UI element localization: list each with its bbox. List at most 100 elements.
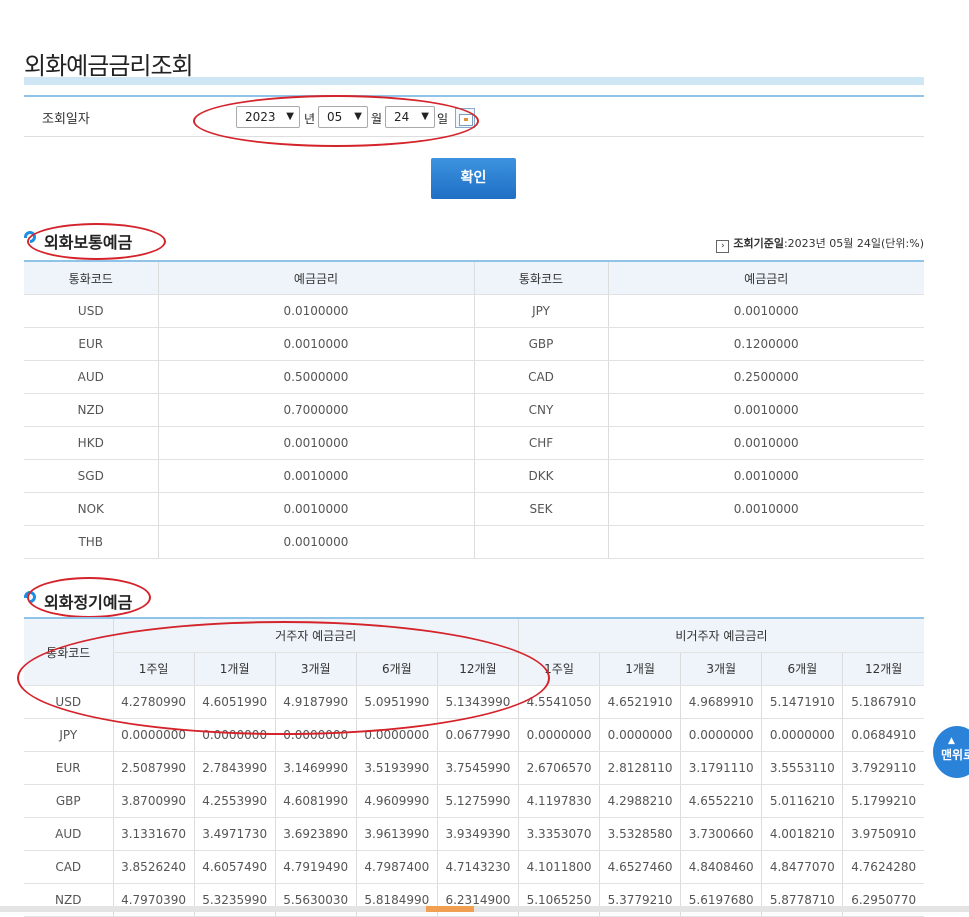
rate-cell: 4.9689910 — [680, 685, 762, 719]
section-bullet-icon — [24, 591, 36, 604]
rate-cell: 4.6081990 — [274, 784, 357, 818]
currency-code-cell: USD — [24, 685, 113, 719]
rate-cell: 3.1791110 — [680, 751, 762, 785]
rate-cell: 4.7987400 — [355, 850, 438, 884]
year-select[interactable]: 2023 ▼ — [236, 106, 300, 128]
header-resident: 거주자 예금금리 — [112, 618, 519, 653]
chevron-down-icon: ▼ — [354, 111, 362, 122]
scroll-top-button[interactable]: ▲ 맨위로 — [933, 726, 969, 778]
header-currency: 통화코드 — [24, 261, 158, 295]
currency-code-cell: CAD — [473, 360, 608, 394]
rate-cell: 2.6706570 — [517, 751, 600, 785]
header-period: 1주일 — [517, 652, 600, 686]
day-unit: 일 — [437, 112, 449, 126]
currency-code-cell: JPY — [473, 294, 608, 328]
rate-cell: 3.6923890 — [274, 817, 357, 851]
table-header-row: 1주일 1개월 3개월 6개월 12개월 1주일 1개월 3개월 6개월 12개월 — [24, 652, 924, 686]
ordinary-section-title: 외화보통예금 — [44, 233, 133, 252]
rate-cell: 4.6521910 — [599, 685, 681, 719]
rate-cell: 3.5193990 — [355, 751, 438, 785]
rate-cell: 0.0010000 — [607, 492, 924, 526]
rate-cell: 5.1799210 — [842, 784, 924, 818]
rate-cell: 4.2988210 — [599, 784, 681, 818]
rate-cell: 3.4971730 — [193, 817, 276, 851]
rate-cell: 0.0010000 — [157, 492, 474, 526]
chevron-down-icon: ▼ — [286, 111, 294, 122]
rate-cell: 3.1331670 — [112, 817, 195, 851]
currency-code-cell: CAD — [24, 850, 113, 884]
rate-cell: 0.0010000 — [157, 327, 474, 361]
rate-cell: 4.6057490 — [193, 850, 276, 884]
rate-cell: 4.6552210 — [680, 784, 762, 818]
header-rate: 예금금리 — [157, 261, 474, 295]
header-period: 3개월 — [680, 652, 762, 686]
page-title: 외화예금금리조회 — [24, 52, 194, 81]
table-row: USD 4.2780990 4.6051990 4.9187990 5.0951990 5… — [24, 685, 924, 719]
rate-cell: 3.5553110 — [761, 751, 843, 785]
rate-cell: 4.0018210 — [761, 817, 843, 851]
header-period: 12개월 — [842, 652, 924, 686]
rate-cell: 5.1471910 — [761, 685, 843, 719]
table-header-row: 통화코드 거주자 예금금리 비거주자 예금금리 — [24, 618, 924, 686]
rate-cell: 0.5000000 — [157, 360, 474, 394]
scroll-top-label: 맨위로 — [941, 748, 969, 762]
arrow-right-icon: › — [716, 240, 730, 253]
rate-cell: 0.7000000 — [157, 393, 474, 427]
rate-cell: 4.9609990 — [355, 784, 438, 818]
rate-cell: 4.1197830 — [517, 784, 600, 818]
header-period: 1개월 — [193, 652, 276, 686]
ref-date-label: 조회기준일 — [733, 237, 784, 250]
term-rate-table: 통화코드 거주자 예금금리 비거주자 예금금리 1주일 1개월 3개월 6개월 12개월… — [24, 617, 924, 917]
rate-cell: 0.1200000 — [607, 327, 924, 361]
header-currency: 통화코드 — [24, 618, 113, 686]
rate-cell: 4.1011800 — [517, 850, 600, 884]
rate-cell: 2.7843990 — [193, 751, 276, 785]
currency-code-cell: EUR — [24, 327, 158, 361]
header-period: 1주일 — [112, 652, 195, 686]
currency-code-cell: NOK — [24, 492, 158, 526]
rate-cell: 3.7545990 — [436, 751, 519, 785]
table-row: CAD 3.8526240 4.6057490 4.7919490 4.7987400 4… — [24, 850, 924, 884]
currency-code-cell: AUD — [24, 817, 113, 851]
currency-code-cell: JPY — [24, 718, 113, 752]
currency-code-cell: HKD — [24, 426, 158, 460]
currency-code-cell — [473, 525, 608, 559]
rate-cell: 0.0010000 — [157, 525, 474, 559]
currency-code-cell: SGD — [24, 459, 158, 493]
currency-code-cell: AUD — [24, 360, 158, 394]
rate-cell: 3.3353070 — [517, 817, 600, 851]
day-select[interactable]: 24 ▼ — [385, 106, 435, 128]
rate-cell: 3.9613990 — [355, 817, 438, 851]
header-period: 3개월 — [274, 652, 357, 686]
table-row: SGD 0.0010000 DKK 0.0010000 — [24, 459, 924, 493]
rate-cell: 3.7300660 — [680, 817, 762, 851]
currency-code-cell: DKK — [473, 459, 608, 493]
header-period: 6개월 — [355, 652, 438, 686]
month-select[interactable]: 05 ▼ — [318, 106, 368, 128]
header-currency: 통화코드 — [473, 261, 608, 295]
confirm-button[interactable]: 확인 — [431, 158, 516, 199]
month-unit: 월 — [371, 112, 383, 126]
rate-cell: 0.0000000 — [599, 718, 681, 752]
rate-cell: 3.1469990 — [274, 751, 357, 785]
rate-cell: 0.0000000 — [680, 718, 762, 752]
rate-cell: 0.0010000 — [607, 459, 924, 493]
calendar-icon[interactable] — [455, 108, 475, 128]
currency-code-cell: EUR — [24, 751, 113, 785]
rate-cell: 0.0010000 — [607, 294, 924, 328]
rate-cell: 3.8526240 — [112, 850, 195, 884]
reference-date: › 조회기준일:2023년 05월 24일(단위:%) — [716, 235, 924, 253]
table-row: NZD 0.7000000 CNY 0.0010000 — [24, 393, 924, 427]
scrollbar-thumb[interactable] — [426, 906, 474, 912]
currency-code-cell: SEK — [473, 492, 608, 526]
rate-cell: 0.0010000 — [157, 459, 474, 493]
horizontal-scrollbar[interactable] — [0, 906, 969, 912]
rate-cell: 0.0677990 — [436, 718, 519, 752]
table-row: JPY 0.0000000 0.0000000 0.0000000 0.0000000 0… — [24, 718, 924, 752]
rate-cell: 4.9187990 — [274, 685, 357, 719]
rate-cell: 5.0951990 — [355, 685, 438, 719]
currency-code-cell: USD — [24, 294, 158, 328]
rate-cell: 3.5328580 — [599, 817, 681, 851]
arrow-up-icon: ▲ — [948, 736, 955, 746]
rate-cell: 0.0010000 — [157, 426, 474, 460]
